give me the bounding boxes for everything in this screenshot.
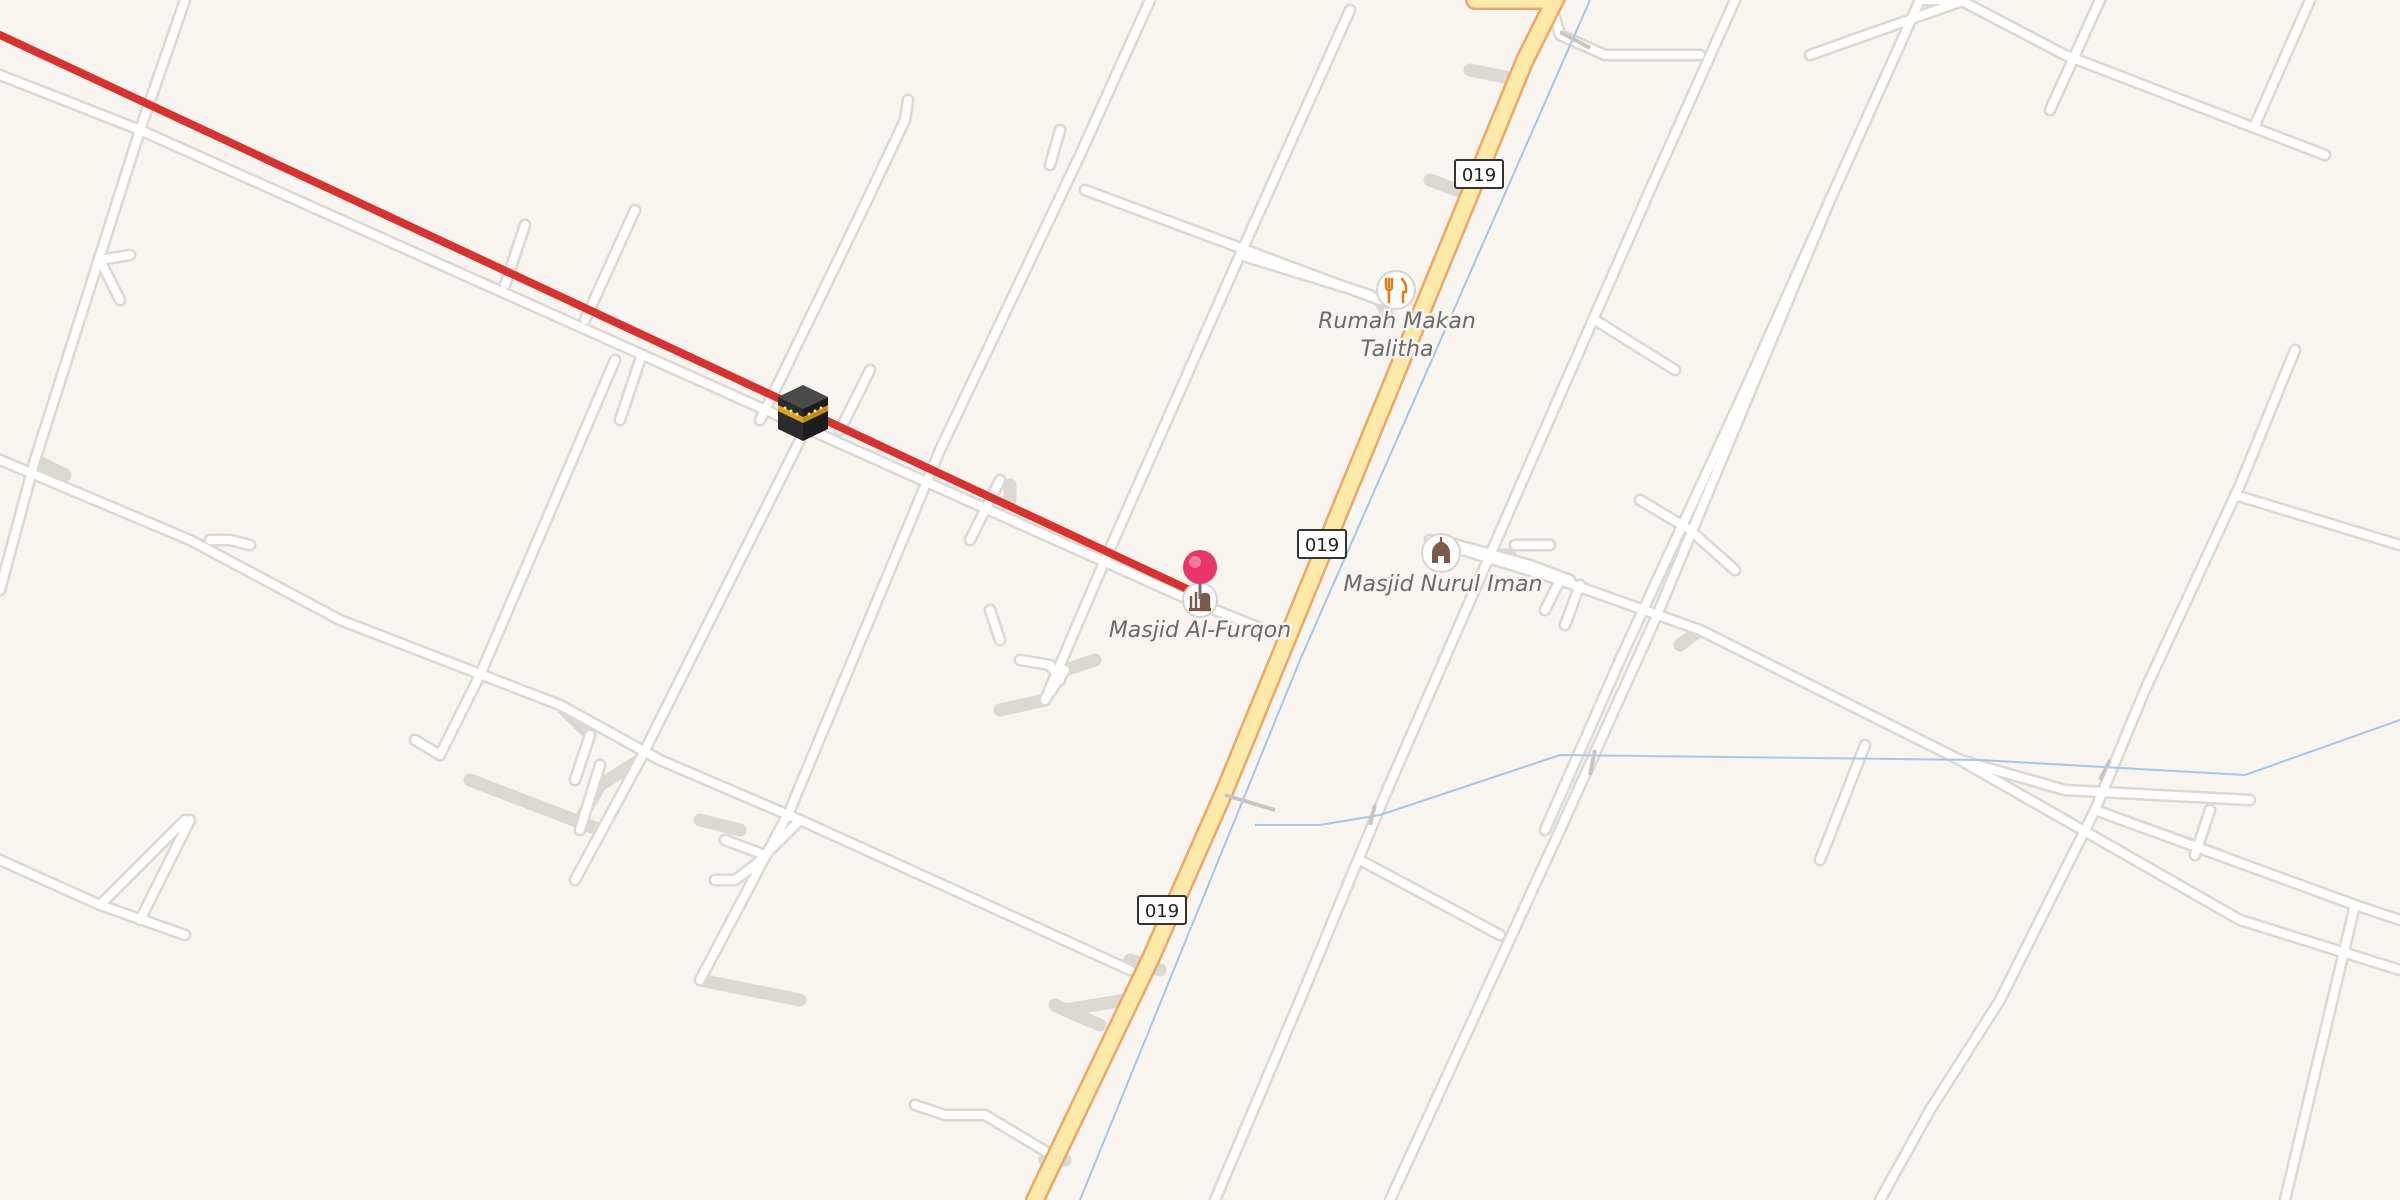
poi-label: Masjid Al-Furqon [1109,618,1291,643]
route-shield: 019 [1297,529,1347,559]
route-shield-label: 019 [1145,901,1179,922]
mosque-icon [1421,533,1461,573]
poi-label: Talitha [1361,337,1434,362]
route-shield-label: 019 [1462,165,1496,186]
map-canvas[interactable]: 019 019 019 Rumah Makan Talitha Masjid N… [0,0,2400,1200]
route-shield: 019 [1454,159,1504,189]
poi-label: Rumah Makan [1318,309,1476,334]
poi-label: Masjid Nurul Iman [1344,572,1543,597]
route-shield-label: 019 [1305,535,1339,556]
restaurant-icon [1376,270,1416,310]
route-shield: 019 [1137,895,1187,925]
